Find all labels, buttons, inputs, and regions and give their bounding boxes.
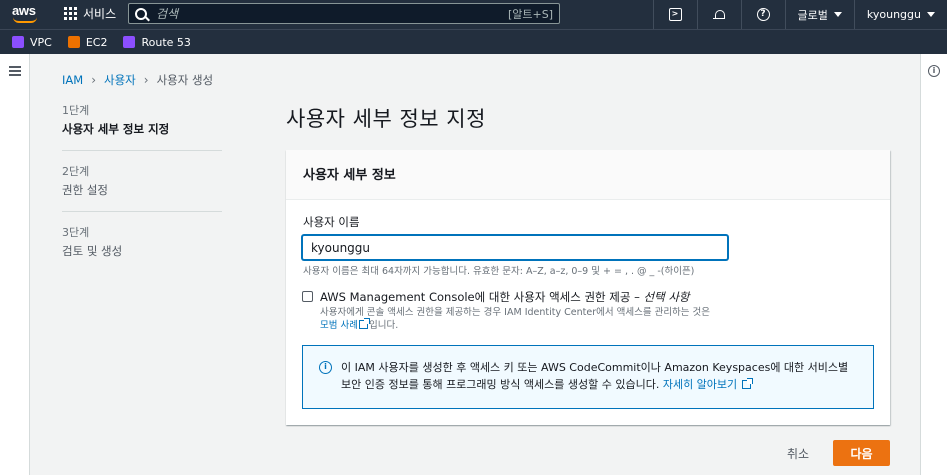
favorite-label: EC2 (85, 35, 108, 49)
step-number: 1단계 (62, 104, 90, 117)
favorites-bar: VPC EC2 Route 53 (0, 29, 947, 54)
step-3: 3단계 검토 및 생성 (62, 224, 222, 272)
breadcrumb-current: 사용자 생성 (156, 73, 214, 87)
breadcrumb: IAM › 사용자 › 사용자 생성 (62, 72, 213, 88)
services-menu-button[interactable]: 서비스 (64, 5, 116, 22)
aws-logo[interactable]: aws (12, 3, 40, 25)
console-access-checkbox[interactable] (302, 291, 313, 302)
chevron-right-icon: › (91, 73, 96, 87)
cloudshell-icon: > (668, 8, 682, 21)
optional-text: 선택 사항 (643, 290, 690, 304)
left-nav-strip (0, 54, 30, 475)
step-2: 2단계 권한 설정 (62, 163, 222, 212)
step-title: 사용자 세부 정보 지정 (62, 122, 170, 136)
wizard-steps: 1단계 사용자 세부 정보 지정 2단계 권한 설정 3단계 검토 및 생성 (62, 102, 222, 284)
grid-icon (64, 7, 77, 20)
favorite-vpc[interactable]: VPC (12, 36, 52, 49)
search-icon (135, 7, 147, 20)
notifications-button[interactable] (696, 0, 741, 29)
info-alert: i 이 IAM 사용자를 생성한 후 액세스 키 또는 AWS CodeComm… (302, 345, 874, 409)
step-1: 1단계 사용자 세부 정보 지정 (62, 102, 222, 151)
console-desc-text: 사용자에게 콘솔 액세스 권한을 제공하는 경우 IAM Identity Ce… (320, 307, 711, 318)
search-input[interactable] (156, 6, 508, 21)
breadcrumb-iam[interactable]: IAM (62, 73, 83, 87)
search-bar[interactable]: [알트+S] (128, 3, 560, 24)
account-menu[interactable]: kyounggu (853, 0, 947, 29)
step-number: 2단계 (62, 165, 90, 178)
favorite-ec2[interactable]: EC2 (67, 35, 108, 49)
console-access-description: 사용자에게 콘솔 액세스 권한을 제공하는 경우 IAM Identity Ce… (320, 306, 750, 332)
search-shortcut-hint: [알트+S] (507, 7, 553, 21)
console-access-label[interactable]: AWS Management Console에 대한 사용자 액세스 권한 제공… (320, 289, 690, 305)
region-label: 글로벌 (797, 8, 828, 22)
page-title: 사용자 세부 정보 지정 (286, 107, 486, 131)
chevron-right-icon: › (143, 73, 149, 87)
hamburger-menu-icon[interactable] (9, 66, 21, 76)
external-link-icon (358, 318, 370, 329)
cloudshell-button[interactable]: > (652, 0, 697, 29)
info-circle-icon: i (319, 361, 332, 374)
alert-text: 이 IAM 사용자를 생성한 후 액세스 키 또는 AWS CodeCommit… (341, 361, 849, 391)
external-link-icon (741, 378, 753, 389)
info-icon[interactable]: i (928, 65, 940, 77)
aws-logo-text: aws (12, 3, 36, 18)
help-icon: ? (756, 8, 770, 21)
top-navigation: aws 서비스 [알트+S] > ? 글로벌 kyounggu (0, 0, 947, 29)
services-label: 서비스 (83, 7, 117, 21)
breadcrumb-users[interactable]: 사용자 (104, 72, 136, 88)
vpc-service-icon (12, 36, 24, 48)
username-input[interactable] (302, 235, 728, 260)
help-button[interactable]: ? (740, 0, 785, 29)
step-number: 3단계 (62, 226, 90, 239)
learn-more-link[interactable]: 자세히 알아보기 (662, 378, 753, 391)
account-label: kyounggu (866, 8, 921, 21)
step-title: 검토 및 생성 (62, 244, 123, 258)
favorite-label: Route 53 (141, 35, 191, 49)
region-selector[interactable]: 글로벌 (784, 0, 854, 29)
favorite-route53[interactable]: Route 53 (123, 35, 191, 49)
caret-down-icon (927, 12, 935, 17)
user-details-card: 사용자 세부 정보 사용자 이름 사용자 이름은 최대 64자까지 가능합니다.… (286, 150, 890, 425)
username-label: 사용자 이름 (303, 215, 360, 229)
nav-right-group: > ? 글로벌 kyounggu (652, 0, 947, 29)
ec2-service-icon (67, 36, 80, 48)
best-practice-link[interactable]: 모범 사례 (320, 318, 370, 331)
console-access-text: AWS Management Console에 대한 사용자 액세스 권한 제공… (320, 290, 644, 304)
bell-icon (713, 9, 726, 21)
console-desc-tail: 입니다. (368, 320, 399, 331)
right-tools-strip: i (920, 54, 947, 475)
next-button[interactable]: 다음 (833, 440, 890, 466)
learn-more-link-text: 자세히 알아보기 (662, 378, 738, 391)
step-title: 권한 설정 (62, 183, 108, 197)
caret-down-icon (833, 12, 842, 17)
best-practice-link-text: 모범 사례 (320, 320, 358, 331)
route53-service-icon (123, 36, 136, 48)
card-header: 사용자 세부 정보 (286, 150, 890, 200)
cancel-button[interactable]: 취소 (770, 440, 826, 466)
favorite-label: VPC (30, 35, 52, 49)
aws-smile-icon (13, 17, 37, 23)
username-hint: 사용자 이름은 최대 64자까지 가능합니다. 유효한 문자: A–Z, a–z… (303, 266, 695, 277)
